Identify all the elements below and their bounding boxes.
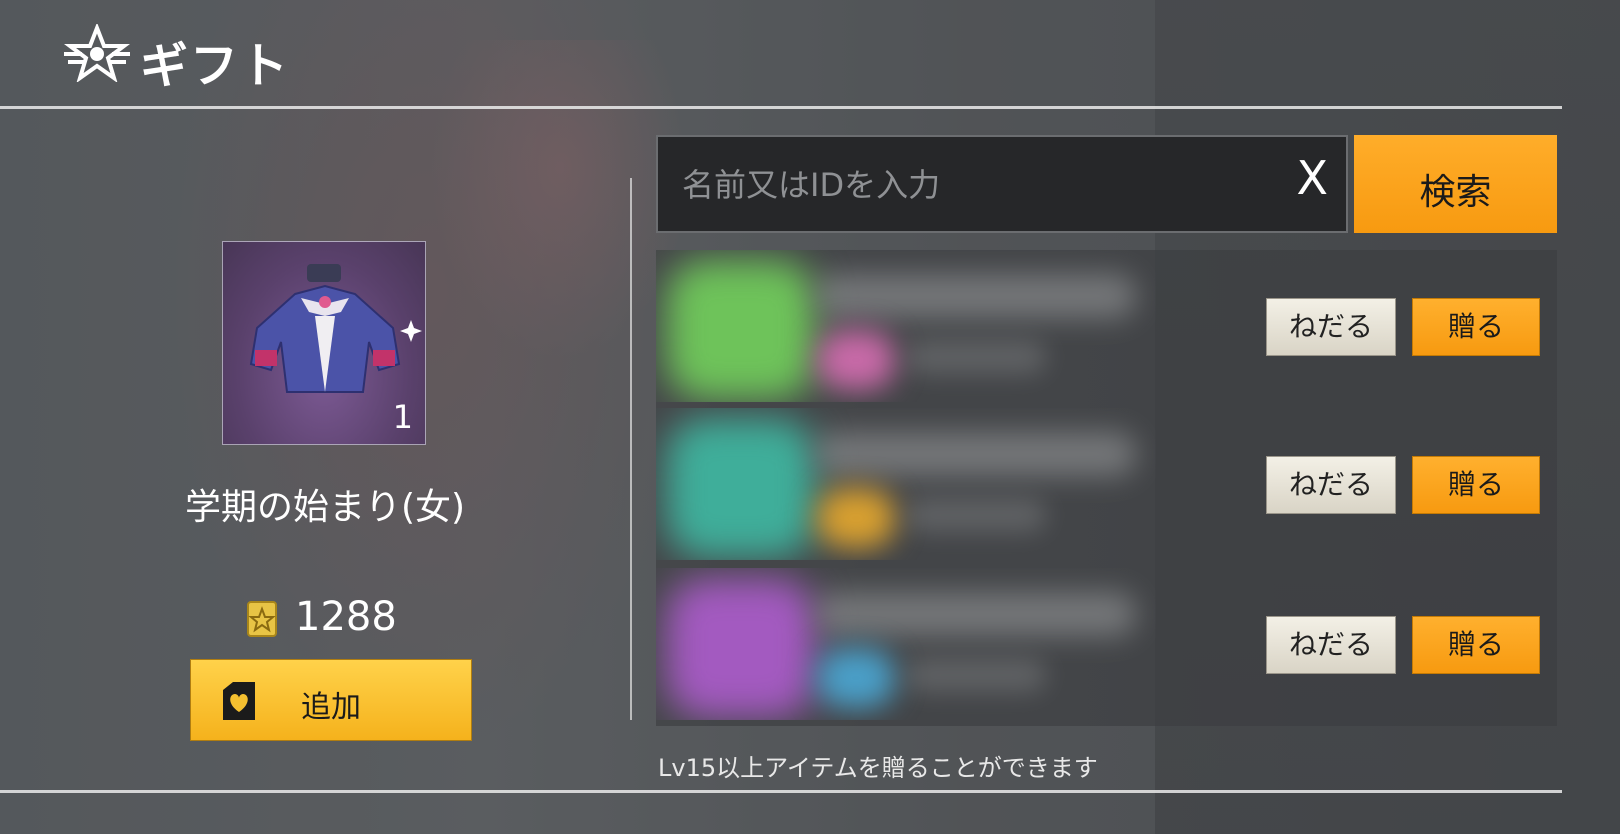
currency-value: 1288 (295, 594, 397, 640)
friend-row: ねだる 贈る (656, 408, 1557, 560)
item-name: 学期の始まり(女) (184, 487, 466, 528)
search-input[interactable] (680, 159, 1244, 211)
header-divider (0, 106, 1562, 109)
friend-row: ねだる 贈る (656, 568, 1557, 720)
search-button-label: 検索 (1419, 172, 1492, 213)
search-button[interactable]: 検索 (1354, 135, 1557, 233)
request-button[interactable]: ねだる (1266, 298, 1396, 356)
give-button[interactable]: 贈る (1412, 298, 1540, 356)
star-wing-logo-icon (64, 24, 130, 82)
add-button[interactable]: 追加 (190, 659, 472, 741)
footer-divider (0, 790, 1562, 793)
friend-list[interactable]: ねだる 贈る ねだる 贈る ねだる 贈る (656, 250, 1557, 726)
clear-search-button[interactable]: X (1296, 151, 1328, 205)
friend-info-blurred (656, 568, 1156, 720)
search-field: X (656, 135, 1348, 233)
request-button[interactable]: ねだる (1266, 456, 1396, 514)
avatar (666, 578, 816, 718)
gold-coupon-icon (247, 601, 277, 637)
item-thumbnail[interactable]: 1 (222, 241, 426, 445)
avatar (666, 260, 816, 400)
friend-row: ねだる 贈る (656, 250, 1557, 402)
request-button[interactable]: ねだる (1266, 616, 1396, 674)
give-button[interactable]: 贈る (1412, 456, 1540, 514)
header: ギフト (0, 0, 1620, 108)
add-button-label: 追加 (301, 690, 361, 725)
page-title: ギフト (140, 38, 291, 94)
level-requirement-note: Lv15以上アイテムを贈ることができます (658, 754, 1098, 782)
give-button[interactable]: 贈る (1412, 616, 1540, 674)
friend-info-blurred (656, 408, 1156, 560)
avatar (666, 418, 816, 558)
friend-info-blurred (656, 250, 1156, 402)
item-count: 1 (392, 398, 413, 436)
pane-divider (630, 178, 632, 720)
